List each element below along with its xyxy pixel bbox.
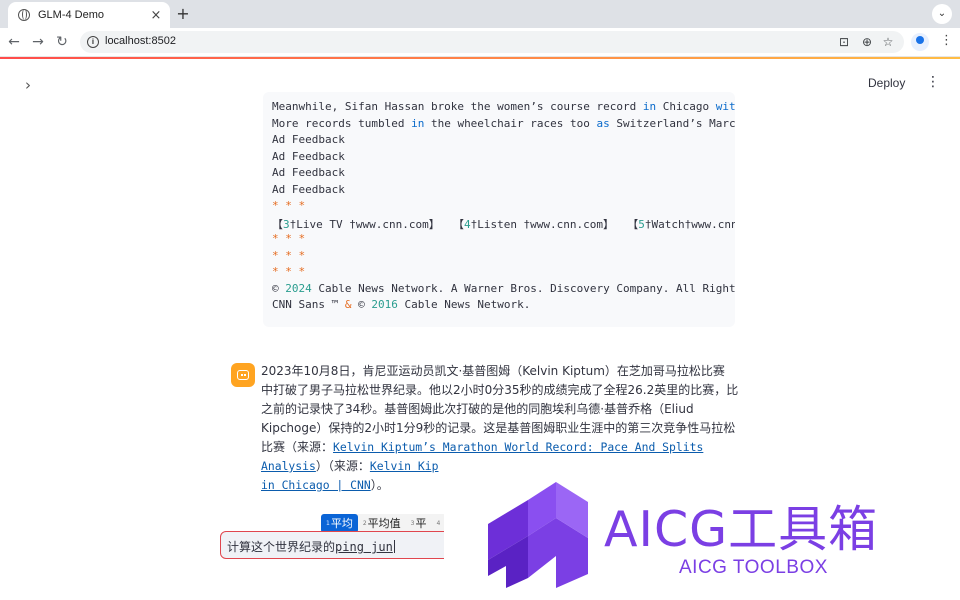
- code-token: 【: [272, 217, 283, 231]
- code-token: 2016: [371, 298, 398, 311]
- code-token: with: [715, 100, 735, 113]
- browser-toolbar: ← → ↻ i localhost:8502 ⊡ ⊕ ☆ ⋮: [0, 28, 960, 57]
- chat-input[interactable]: 计算这个世界纪录的ping jun: [220, 531, 460, 559]
- code-line: 【3†Live TV †www.cnn.com】 【4†Listen †www.…: [272, 216, 735, 232]
- code-line: * * *: [272, 265, 305, 278]
- message-line: 之前的记录快了34秒。基普图姆此次打破的是他的同胞埃利乌德·基普乔格（Eliud: [261, 402, 694, 416]
- code-line: Meanwhile, Sifan Hassan broke the women’…: [272, 100, 735, 113]
- code-token: 5: [638, 217, 645, 231]
- code-block: Meanwhile, Sifan Hassan broke the women’…: [263, 92, 735, 327]
- message-line: in Chicago | CNN）。: [261, 476, 389, 495]
- code-token: More records tumbled: [272, 116, 412, 130]
- globe-icon: [18, 9, 30, 21]
- code-token: Ad Feedback: [272, 166, 345, 179]
- code-token: * * *: [272, 248, 306, 262]
- code-token: Ad Feedback: [272, 133, 345, 146]
- code-token: as: [596, 116, 610, 130]
- source-link-1-cont[interactable]: Analysis: [261, 459, 316, 473]
- code-line: CNN Sans ™ & © 2016 Cable News Network.: [272, 298, 530, 311]
- code-token: Cable News Network. A Warner Bros. Disco…: [311, 281, 735, 295]
- profile-avatar-icon[interactable]: [911, 33, 929, 51]
- aicg-logo-icon: [488, 482, 588, 588]
- bookmark-star-icon[interactable]: ☆: [880, 35, 896, 49]
- address-bar[interactable]: i localhost:8502 ⊡ ⊕ ☆: [80, 31, 904, 53]
- code-token: Cable News Network.: [397, 298, 531, 311]
- browser-menu-icon[interactable]: ⋮: [940, 33, 953, 48]
- code-line: Ad Feedback: [272, 166, 345, 179]
- code-line: Ad Feedback: [272, 133, 345, 146]
- code-token: CNN Sans ™: [272, 298, 345, 311]
- text-caret: [393, 540, 395, 553]
- code-token: †Listen †www.cnn.com】 【: [470, 217, 639, 231]
- message-line: 2023年10月8日，肯尼亚运动员凯文·基普图姆（Kelvin Kiptum）在…: [261, 364, 725, 378]
- forward-icon[interactable]: →: [29, 33, 47, 51]
- sidebar-expand-icon[interactable]: ›: [25, 76, 31, 94]
- code-token: ©: [351, 298, 372, 311]
- message-text: ）（来源：: [315, 459, 370, 473]
- zoom-icon[interactable]: ⊕: [859, 35, 875, 49]
- deploy-button[interactable]: Deploy: [868, 76, 905, 90]
- code-token: * * *: [272, 232, 306, 245]
- code-token: †Live TV †www.cnn.com】 【: [289, 217, 464, 231]
- code-token: * * *: [272, 199, 306, 212]
- chat-input-text: 计算这个世界纪录的: [227, 540, 336, 554]
- assistant-avatar-icon: [231, 363, 255, 387]
- translate-icon[interactable]: ⊡: [836, 35, 852, 49]
- code-line: Ad Feedback: [272, 183, 345, 196]
- source-link-2[interactable]: Kelvin Kip: [370, 459, 439, 473]
- tab-search-icon[interactable]: ⌄: [932, 4, 952, 24]
- tab-close-icon[interactable]: ×: [148, 8, 164, 23]
- code-token: 2024: [285, 281, 312, 295]
- code-token: ©: [272, 281, 286, 295]
- code-line: More records tumbled in the wheelchair r…: [272, 117, 735, 130]
- code-token: in: [411, 116, 425, 130]
- code-token: Chicago: [656, 100, 716, 113]
- code-token: 3: [283, 217, 290, 231]
- watermark-title: AICG工具箱: [604, 501, 879, 558]
- code-token: in: [642, 100, 657, 113]
- code-line: * * *: [272, 232, 305, 245]
- watermark-subtitle: AICG TOOLBOX: [679, 557, 828, 578]
- browser-tab[interactable]: GLM-4 Demo ×: [8, 2, 170, 28]
- tab-strip: GLM-4 Demo × + ⌄: [0, 0, 960, 28]
- code-token: * * *: [272, 265, 306, 278]
- code-line: Ad Feedback: [272, 150, 345, 163]
- code-token: †Watch†www.cnn.com】: [644, 217, 735, 231]
- source-link-1[interactable]: Kelvin Kiptum’s Marathon World Record: P…: [333, 440, 703, 454]
- message-text: 比赛（来源：: [261, 440, 334, 454]
- tab-title: GLM-4 Demo: [38, 9, 105, 21]
- message-line: Analysis）（来源：Kelvin Kip: [261, 457, 438, 476]
- code-line: * * *: [272, 249, 305, 262]
- app-decoration-bar: [0, 57, 960, 59]
- message-text: ）。: [370, 478, 389, 492]
- message-line: Kipchoge）保持的2小时1分9秒的记录。这是基普图姆职业生涯中的第三次竞争…: [261, 421, 736, 435]
- back-icon[interactable]: ←: [5, 33, 23, 51]
- message-line: 比赛（来源：Kelvin Kiptum’s Marathon World Rec…: [261, 438, 703, 457]
- code-line: * * *: [272, 199, 305, 212]
- code-token: Ad Feedback: [272, 149, 345, 163]
- code-token: Switzerland’s Marcel Hug: [616, 116, 735, 130]
- code-token: 4: [463, 217, 471, 231]
- code-line: © 2024 Cable News Network. A Warner Bros…: [272, 282, 735, 295]
- reload-icon[interactable]: ↻: [53, 33, 71, 51]
- url-text: localhost:8502: [105, 35, 176, 47]
- site-info-icon[interactable]: i: [87, 36, 99, 48]
- new-tab-icon[interactable]: +: [174, 4, 192, 23]
- message-line: 中打破了男子马拉松世界纪录。他以2小时0分35秒的成绩完成了全程26.2英里的比…: [261, 383, 739, 397]
- code-token: Meanwhile, Sifan Hassan broke the women’…: [272, 100, 643, 113]
- source-link-2-cont[interactable]: in Chicago | CNN: [261, 478, 371, 492]
- code-token: the wheelchair races too: [424, 116, 597, 130]
- main-menu-icon[interactable]: ⋮: [926, 74, 940, 90]
- ime-composition-text: ping jun: [335, 540, 393, 554]
- code-token: Ad Feedback: [272, 182, 345, 196]
